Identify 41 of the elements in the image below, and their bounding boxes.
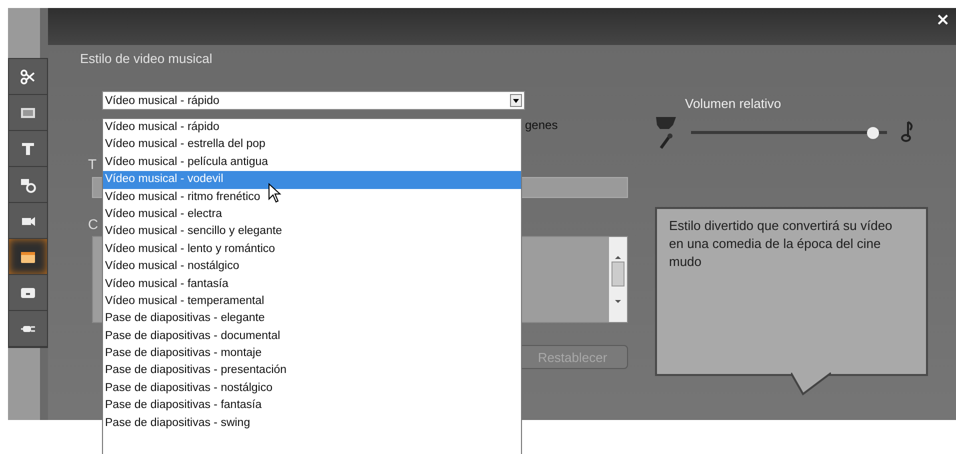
dropdown-option[interactable]: Vídeo musical - sencillo y elegante [103,223,521,241]
dropdown-option[interactable]: Vídeo musical - nostálgico [103,258,521,276]
dropdown-option[interactable]: Pase de diapositivas - swing [103,414,521,432]
dropdown-option[interactable]: Vídeo musical - lento y romántico [103,240,521,258]
field-label: T [88,156,97,172]
dropdown-option[interactable]: Pase de diapositivas - fantasía [103,397,521,415]
music-note-icon [901,121,915,145]
section-title: Estilo de video musical [80,51,214,68]
toolbar-button[interactable] [9,275,47,311]
field-label: C [88,216,98,232]
dropdown-option[interactable]: Vídeo musical - estrella del pop [103,136,521,154]
shapes-icon [20,176,36,192]
dropdown-option[interactable]: Vídeo musical - vodevil [103,171,521,189]
description-text: Estilo divertido que convertirá su vídeo en una comedia de la época del cine mudo [669,217,894,272]
scrollbar[interactable] [609,237,627,322]
toolbar-button[interactable] [9,167,47,203]
dropdown-option[interactable]: Vídeo musical - película antigua [103,154,521,172]
speaker-microphone-icon [655,115,677,151]
toolbar-button[interactable] [9,311,47,347]
cursor-icon [268,183,282,203]
dropdown-option[interactable]: Vídeo musical - rápido [103,119,521,136]
scissors-icon [20,68,36,84]
text-icon [20,140,36,156]
toolbar-button[interactable] [9,95,47,131]
option-label: genes [525,118,558,132]
dropdown-option[interactable]: Vídeo musical - electra [103,206,521,224]
toolbar-button[interactable] [9,131,47,167]
dropdown-option[interactable]: Pase de diapositivas - documental [103,328,521,346]
dropdown-value: Vídeo musical - rápido [105,94,220,106]
dropdown-option[interactable]: Vídeo musical - temperamental [103,292,521,310]
slider-thumb[interactable] [867,127,880,139]
dropdown-option[interactable]: Vídeo musical - ritmo frenético [103,188,521,206]
toolbar-button[interactable] [9,59,47,95]
dropdown-option[interactable]: Pase de diapositivas - nostálgico [103,380,521,398]
volume-label: Volumen relativo [685,96,782,111]
toolbar-button[interactable] [9,239,47,275]
style-dropdown[interactable]: Vídeo musical - rápido [102,91,525,110]
dropdown-option[interactable]: Pase de diapositivas - elegante [103,310,521,328]
close-button[interactable]: × [936,8,956,29]
dropdown-option[interactable]: Vídeo musical - fantasía [103,276,521,293]
toolbar-button[interactable] [9,203,47,239]
